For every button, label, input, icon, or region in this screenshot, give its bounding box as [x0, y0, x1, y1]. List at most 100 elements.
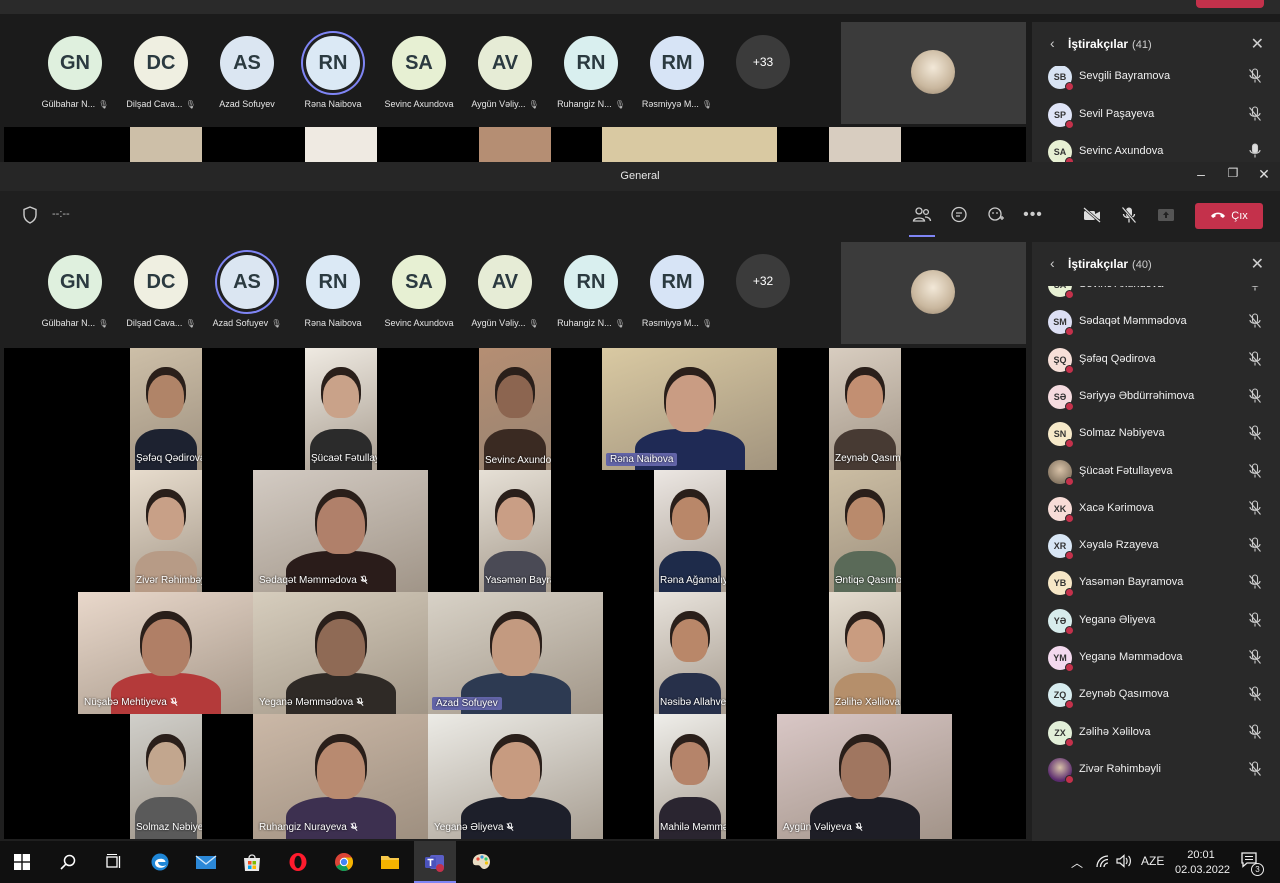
camera-off-icon[interactable] [1080, 203, 1104, 227]
roster-participant[interactable]: RM Rəsmiyyə M... 🎙 [634, 36, 720, 109]
participants-list[interactable]: SB Sevgili Bayramova SP Sevil Paşayeva SA Sev… [1032, 66, 1280, 162]
mic-off-icon[interactable] [1117, 203, 1141, 227]
reactions-icon[interactable] [984, 203, 1008, 227]
mic-muted-icon[interactable] [1248, 462, 1264, 479]
roster-participant[interactable]: AS Azad Sofuyev 🎙 [204, 255, 290, 328]
network-icon[interactable] [1095, 854, 1111, 871]
roster-participant[interactable]: DC Dilşad Cava... 🎙 [118, 255, 204, 328]
volume-icon[interactable] [1116, 854, 1132, 871]
participants-icon[interactable] [910, 203, 934, 227]
participant-row[interactable]: YM Yeganə Məmmədova [1032, 640, 1280, 677]
more-options-icon[interactable]: ••• [1021, 203, 1045, 227]
roster-participant[interactable]: RN Rəna Naibova [290, 36, 376, 109]
more-participants-button[interactable]: +33 [736, 35, 790, 89]
edge-browser-icon[interactable] [148, 850, 172, 874]
mic-muted-icon[interactable] [1248, 313, 1264, 329]
video-tile[interactable]: Zeynəb Qasımova [829, 348, 901, 470]
video-tile[interactable]: Nüşabə Mehtiyeva [78, 592, 253, 714]
participant-row[interactable]: Şücaət Fətullayeva [1032, 454, 1280, 491]
language-indicator[interactable]: AZE [1141, 854, 1164, 868]
video-tile[interactable]: Rəna Ağamalıyeva [654, 470, 726, 592]
video-tile[interactable]: Yeganə Məmmədova [253, 592, 428, 714]
back-chevron-icon[interactable]: ‹ [1050, 255, 1055, 271]
mail-icon[interactable] [194, 850, 218, 874]
participant-row[interactable]: YƏ Yeganə Əliyeva [1032, 603, 1280, 640]
roster-participant[interactable]: SA Sevinc Axundova [376, 36, 462, 109]
mic-muted-icon[interactable] [1248, 68, 1264, 84]
close-window-icon[interactable]: ✕ [1254, 166, 1274, 183]
roster-participant[interactable]: RN Ruhangiz N... 🎙 [548, 255, 634, 328]
roster-participant[interactable]: RN Ruhangiz N... 🎙 [548, 36, 634, 109]
mic-muted-icon[interactable] [1248, 761, 1264, 777]
participant-row[interactable]: SN Solmaz Nəbiyeva [1032, 416, 1280, 453]
video-tile[interactable]: Ruhangiz Nurayeva [253, 714, 428, 839]
task-view-icon[interactable] [102, 850, 126, 874]
video-tile[interactable]: Yeganə Əliyeva [428, 714, 603, 839]
mic-muted-icon[interactable] [1248, 351, 1264, 367]
mic-muted-icon[interactable] [1248, 574, 1264, 590]
file-explorer-icon[interactable] [378, 850, 402, 874]
video-tile[interactable]: Zəlihə Xəlilova [829, 592, 901, 714]
participant-row[interactable]: SA Sevinc Axundova [1032, 286, 1280, 304]
participant-row[interactable]: SB Sevgili Bayramova [1032, 66, 1280, 96]
video-tile[interactable]: Əntiqə Qasımova [829, 470, 901, 592]
mic-icon[interactable] [1248, 143, 1264, 159]
participant-row[interactable]: ZX Zəlihə Xəlilova [1032, 715, 1280, 752]
participant-row[interactable]: Zivər Rəhimbəyli [1032, 752, 1280, 789]
mic-muted-icon[interactable] [1248, 724, 1264, 740]
video-tile[interactable]: Yasəmən Bayramova [479, 470, 551, 592]
video-tile[interactable]: Zivər Rəhimbəyli [130, 470, 202, 592]
participant-row[interactable]: SA Sevinc Axundova [1032, 134, 1280, 162]
roster-participant[interactable]: RN Rəna Naibova [290, 255, 376, 328]
background-leave-button[interactable] [1196, 0, 1264, 8]
participant-row[interactable]: YB Yasəmən Bayramova [1032, 565, 1280, 602]
roster-participant[interactable]: RM Rəsmiyyə M... 🎙 [634, 255, 720, 328]
leave-button[interactable]: Çıx [1195, 203, 1263, 229]
mic-muted-icon[interactable] [1248, 500, 1264, 516]
back-chevron-icon[interactable]: ‹ [1050, 35, 1055, 51]
restore-icon[interactable]: ❐ [1223, 166, 1243, 180]
video-tile[interactable]: Şəfəq Qədirova [130, 348, 202, 470]
participant-row[interactable]: XR Xəyalə Rzayeva [1032, 528, 1280, 565]
video-tile[interactable]: Sədaqət Məmmədova [253, 470, 428, 592]
mic-muted-icon[interactable] [1248, 388, 1264, 404]
share-screen-icon[interactable] [1154, 203, 1178, 227]
paint-icon[interactable] [470, 850, 494, 874]
mic-muted-icon[interactable] [1248, 686, 1264, 702]
participant-row[interactable]: SP Sevil Paşayeva [1032, 97, 1280, 134]
system-clock[interactable]: 20:01 02.03.2022 [1175, 848, 1230, 878]
roster-participant[interactable]: AV Aygün Vəliy... 🎙 [462, 36, 548, 109]
start-windows-icon[interactable] [10, 850, 34, 874]
mic-icon[interactable] [1248, 286, 1264, 292]
roster-participant[interactable]: GN Gülbahar N... 🎙 [32, 255, 118, 328]
close-icon[interactable]: ✕ [1251, 254, 1264, 274]
video-tile[interactable]: Mahilə Məmmədova [654, 714, 726, 839]
search-icon[interactable] [56, 850, 80, 874]
participant-row[interactable]: SƏ Səriyyə Əbdürrəhimova [1032, 379, 1280, 416]
store-icon[interactable] [240, 850, 264, 874]
roster-participant[interactable]: AV Aygün Vəliy... 🎙 [462, 255, 548, 328]
video-tile[interactable]: Şücaət Fətullayeva [305, 348, 377, 470]
roster-participant[interactable]: GN Gülbahar N... 🎙 [32, 36, 118, 109]
chat-icon[interactable] [947, 203, 971, 227]
close-icon[interactable]: ✕ [1251, 34, 1264, 54]
mic-muted-icon[interactable] [1248, 105, 1264, 122]
roster-participant[interactable]: DC Dilşad Cava... 🎙 [118, 36, 204, 109]
video-tile[interactable]: Rəna Naibova [602, 348, 777, 470]
chrome-icon[interactable] [332, 850, 356, 874]
roster-participant[interactable]: SA Sevinc Axundova [376, 255, 462, 328]
video-tile[interactable]: Nəsibə Allahverdiyeva [654, 592, 726, 714]
video-tile[interactable]: Solmaz Nəbiyeva [130, 714, 202, 839]
video-tile[interactable]: Sevinc Axundova [479, 348, 551, 470]
minimize-icon[interactable]: – [1191, 166, 1211, 182]
mic-muted-icon[interactable] [1248, 612, 1264, 628]
more-participants-button[interactable]: +32 [736, 254, 790, 308]
participant-row[interactable]: ZQ Zeynəb Qasımova [1032, 677, 1280, 714]
participant-row[interactable]: SM Sədaqət Məmmədova [1032, 304, 1280, 341]
mic-muted-icon[interactable] [1248, 537, 1264, 553]
participant-row[interactable]: ŞQ Şəfəq Qədirova [1032, 342, 1280, 379]
shield-icon[interactable] [18, 203, 42, 227]
mic-muted-icon[interactable] [1248, 649, 1264, 665]
chevron-up-icon[interactable]: ︿ [1071, 854, 1083, 871]
mic-muted-icon[interactable] [1248, 425, 1264, 441]
